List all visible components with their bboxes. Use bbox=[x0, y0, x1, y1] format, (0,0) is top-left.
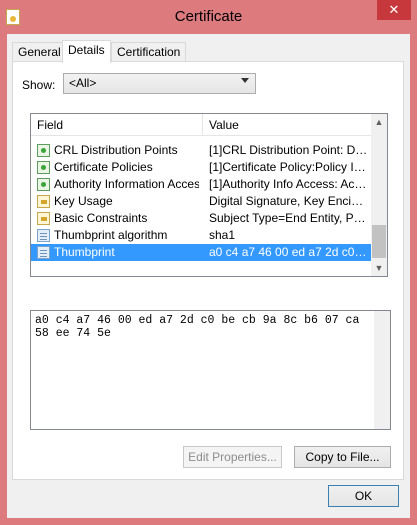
row-field: Basic Constraints bbox=[54, 211, 148, 225]
listview-header: Field Value bbox=[31, 114, 373, 136]
title-bar: Certificate ✕ bbox=[0, 0, 417, 34]
listview-rows: CRL Distribution Points [1]CRL Distribut… bbox=[31, 142, 373, 261]
detail-scrollbar[interactable] bbox=[374, 311, 390, 429]
row-value: [1]CRL Distribution Point: Distr... bbox=[209, 143, 369, 157]
row-value: a0 c4 a7 46 00 ed a7 2d c0 be... bbox=[209, 245, 369, 259]
certificate-extension-icon bbox=[37, 144, 50, 157]
tab-certification-path[interactable]: Certification Path bbox=[111, 42, 187, 77]
row-field: Thumbprint bbox=[54, 245, 115, 259]
certificate-extension-icon bbox=[37, 161, 50, 174]
scroll-down-arrow-icon[interactable]: ▼ bbox=[371, 260, 387, 276]
certificate-window: Certificate ✕ General Details Certificat… bbox=[0, 0, 417, 525]
list-row[interactable]: Key Usage Digital Signature, Key Enciphe… bbox=[31, 193, 373, 210]
row-value: Digital Signature, Key Encipher... bbox=[209, 194, 369, 208]
list-row[interactable]: Thumbprint algorithm sha1 bbox=[31, 227, 373, 244]
copy-to-file-button[interactable]: Copy to File... bbox=[294, 446, 391, 468]
close-button[interactable]: ✕ bbox=[377, 0, 411, 20]
edit-properties-button[interactable]: Edit Properties... bbox=[183, 446, 282, 468]
value-detail-text: a0 c4 a7 46 00 ed a7 2d c0 be cb 9a 8c b… bbox=[35, 314, 367, 340]
critical-extension-icon bbox=[37, 212, 50, 225]
row-field: CRL Distribution Points bbox=[54, 143, 178, 157]
ok-button[interactable]: OK bbox=[328, 485, 399, 507]
row-value: [1]Authority Info Access: Acc... bbox=[209, 177, 369, 191]
show-label: Show: bbox=[22, 78, 56, 92]
column-header-field[interactable]: Field bbox=[31, 114, 203, 136]
certificate-extension-icon bbox=[37, 178, 50, 191]
scroll-up-arrow-icon[interactable]: ▲ bbox=[371, 114, 387, 130]
list-row[interactable]: Certificate Policies [1]Certificate Poli… bbox=[31, 159, 373, 176]
critical-extension-icon bbox=[37, 195, 50, 208]
row-value: Subject Type=End Entity, Pat... bbox=[209, 211, 369, 225]
window-title: Certificate bbox=[174, 8, 243, 25]
dialog-client: General Details Certification Path Show:… bbox=[7, 34, 410, 518]
property-icon bbox=[37, 246, 50, 259]
listview-scrollbar[interactable]: ▲ ▼ bbox=[371, 114, 387, 276]
details-panel: Show: <All> Field Value CRL Distribution… bbox=[12, 61, 404, 480]
chevron-down-icon bbox=[241, 78, 249, 83]
list-row[interactable]: Authority Information Access [1]Authorit… bbox=[31, 176, 373, 193]
show-dropdown-value: <All> bbox=[69, 76, 97, 90]
row-value: [1]Certificate Policy:Policy Ide... bbox=[209, 160, 369, 174]
list-row[interactable]: CRL Distribution Points [1]CRL Distribut… bbox=[31, 142, 373, 159]
row-field: Certificate Policies bbox=[54, 160, 153, 174]
row-field: Key Usage bbox=[54, 194, 113, 208]
value-detail-textbox[interactable]: a0 c4 a7 46 00 ed a7 2d c0 be cb 9a 8c b… bbox=[30, 310, 391, 430]
row-field: Authority Information Access bbox=[54, 177, 199, 191]
tab-details[interactable]: Details bbox=[62, 40, 111, 63]
column-header-value[interactable]: Value bbox=[203, 114, 373, 136]
list-row-selected[interactable]: Thumbprint a0 c4 a7 46 00 ed a7 2d c0 be… bbox=[31, 244, 373, 261]
scrollbar-thumb[interactable] bbox=[372, 225, 386, 258]
property-icon bbox=[37, 229, 50, 242]
show-dropdown[interactable]: <All> bbox=[63, 73, 256, 94]
row-value: sha1 bbox=[209, 228, 236, 242]
fields-listview[interactable]: Field Value CRL Distribution Points [1]C… bbox=[30, 113, 388, 277]
tab-general[interactable]: General bbox=[12, 42, 67, 62]
list-row[interactable]: Basic Constraints Subject Type=End Entit… bbox=[31, 210, 373, 227]
row-field: Thumbprint algorithm bbox=[54, 228, 168, 242]
